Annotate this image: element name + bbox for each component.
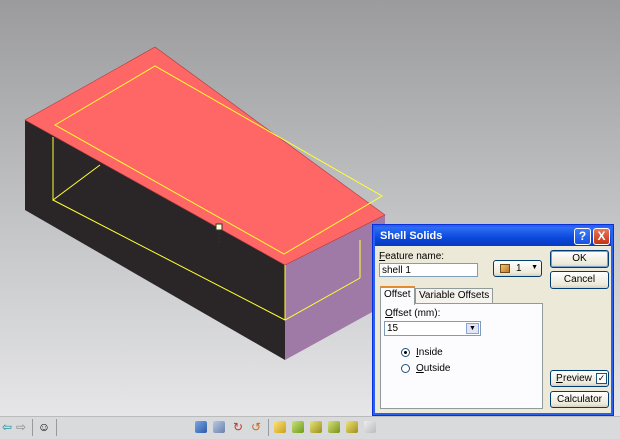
offset-tab-panel: Offset (mm): 15 ▼ Inside Outside [380, 303, 543, 409]
dialog-title: Shell Solids [380, 230, 443, 242]
inside-radio[interactable] [401, 348, 410, 357]
ok-button[interactable]: OK [550, 250, 609, 268]
toolbar-separator [268, 419, 269, 436]
feature-name-label-rest: eature name: [385, 251, 445, 262]
shell-solids-dialog: Shell Solids ? X Feature name: shell 1 1… [372, 224, 614, 416]
help-button[interactable]: ? [574, 228, 591, 245]
curve-icon[interactable]: ↺ [249, 420, 263, 434]
feature-solid-icon [500, 264, 510, 273]
view-cube-icon[interactable] [195, 421, 207, 433]
outside-label-rest: utside [423, 363, 451, 374]
outside-radio[interactable] [401, 364, 410, 373]
wireframe-icon[interactable] [328, 421, 340, 433]
page-icon[interactable] [364, 421, 376, 433]
rotate-icon[interactable]: ↻ [231, 420, 245, 434]
dialog-title-bar[interactable]: Shell Solids ? X [375, 227, 611, 246]
offset-label-rest: ffset (mm): [392, 308, 441, 319]
right-arrow-icon[interactable]: ⇨ [14, 420, 28, 434]
tab-variable-offsets[interactable]: Variable Offsets [415, 288, 494, 304]
toolbar-separator [32, 419, 33, 436]
inside-label: Inside [416, 347, 443, 358]
solid-edges-icon[interactable] [310, 421, 322, 433]
offset-combo[interactable]: 15 ▼ [384, 321, 481, 336]
inside-label-rest: nside [418, 347, 443, 358]
feature-icon[interactable] [274, 421, 286, 433]
preview-label-rest: review [563, 373, 592, 384]
toolbar-separator [56, 419, 57, 436]
offset-label: Offset (mm): [385, 308, 441, 319]
cancel-button[interactable]: Cancel [550, 271, 609, 289]
feature-name-input[interactable]: shell 1 [379, 263, 478, 277]
chevron-down-icon[interactable]: ▼ [466, 323, 479, 334]
instance-dropdown[interactable]: 1 ▼ [493, 260, 542, 277]
chevron-down-icon: ▼ [531, 264, 538, 271]
bottom-toolbar: ⇦ ⇨ ☺ ↻ ↺ [0, 416, 620, 439]
instance-value: 1 [516, 263, 522, 274]
offset-value: 15 [387, 323, 399, 334]
smiley-icon[interactable]: ☺ [37, 420, 51, 434]
shaded-icon[interactable] [213, 421, 225, 433]
solid-icon[interactable] [292, 421, 304, 433]
tab-offset[interactable]: Offset [380, 286, 415, 305]
outside-label: Outside [416, 363, 451, 374]
hidden-icon[interactable] [346, 421, 358, 433]
preview-checkbox[interactable]: ✓ [596, 373, 607, 384]
left-arrow-icon[interactable]: ⇦ [0, 420, 14, 434]
close-button[interactable]: X [593, 228, 610, 245]
preview-label: P [556, 373, 563, 384]
preview-button[interactable]: Preview ✓ [550, 370, 609, 387]
selection-handle[interactable] [215, 223, 223, 231]
feature-name-label: Feature name: [379, 251, 445, 262]
calculator-button[interactable]: Calculator [550, 391, 609, 408]
